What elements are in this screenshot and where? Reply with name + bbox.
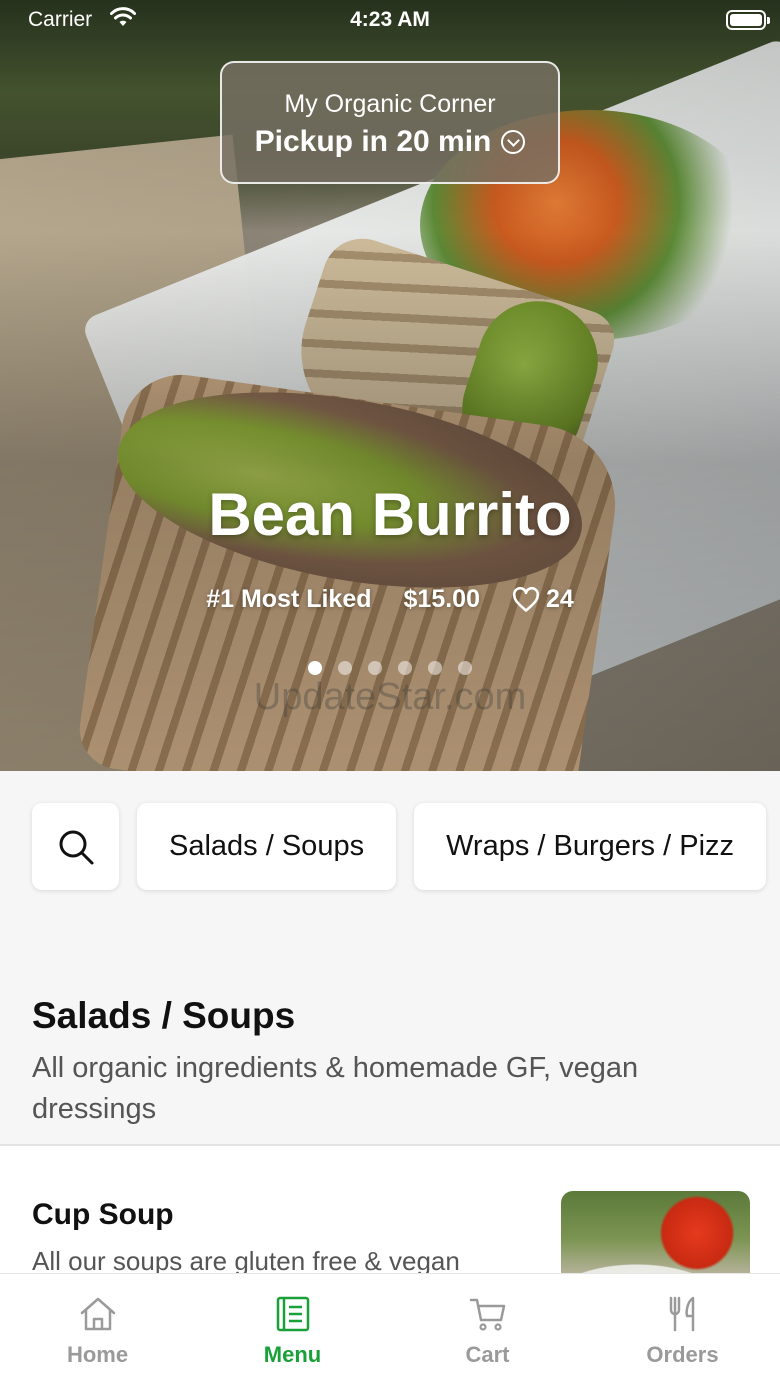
featured-meta: #1 Most Liked $15.00 24 xyxy=(0,585,780,614)
category-chip-wraps-burgers-pizza[interactable]: Wraps / Burgers / Pizz xyxy=(414,803,767,890)
category-bar: Salads / Soups Wraps / Burgers / Pizz xyxy=(32,803,767,890)
menu-item[interactable]: Cup Soup All our soups are gluten free &… xyxy=(0,1146,780,1311)
carousel-dot[interactable] xyxy=(368,661,382,675)
featured-title: Bean Burrito xyxy=(208,481,572,548)
carousel-dot[interactable] xyxy=(308,661,322,675)
menu-item-name: Cup Soup xyxy=(32,1198,174,1231)
orders-icon xyxy=(669,1296,694,1332)
carousel-dot[interactable] xyxy=(458,661,472,675)
clock: 4:23 AM xyxy=(350,8,430,31)
featured-likes-count: 24 xyxy=(545,585,574,613)
search-button[interactable] xyxy=(32,803,119,890)
featured-likes[interactable]: 24 xyxy=(512,585,574,614)
tab-menu[interactable]: Menu xyxy=(195,1274,390,1387)
carousel-dots[interactable] xyxy=(0,661,780,675)
pickup-row: Pickup in 20 min xyxy=(222,125,558,159)
search-icon xyxy=(59,830,93,864)
cart-icon xyxy=(469,1298,505,1331)
category-chip-salads-soups[interactable]: Salads / Soups xyxy=(137,803,397,890)
pickup-time: Pickup in 20 min xyxy=(254,125,492,158)
featured-badge: #1 Most Liked xyxy=(206,585,372,613)
pickup-location-selector[interactable]: My Organic Corner Pickup in 20 min xyxy=(220,61,560,184)
menu-icon xyxy=(276,1296,309,1332)
heart-icon xyxy=(512,586,540,612)
tab-menu-label: Menu xyxy=(263,1342,322,1367)
carousel-dot[interactable] xyxy=(338,661,352,675)
carousel-dot[interactable] xyxy=(398,661,412,675)
section-description: All organic ingredients & homemade GF, v… xyxy=(32,1052,639,1125)
tab-orders-label: Orders xyxy=(646,1342,719,1367)
featured-price: $15.00 xyxy=(403,585,480,613)
tab-home[interactable]: Home xyxy=(0,1274,195,1387)
tab-orders[interactable]: Orders xyxy=(585,1274,780,1387)
tab-cart[interactable]: Cart xyxy=(390,1274,585,1387)
status-bar: Carrier 4:23 AM xyxy=(0,0,780,40)
home-icon xyxy=(80,1297,115,1331)
carousel-dot[interactable] xyxy=(428,661,442,675)
chevron-down-circle-icon xyxy=(501,130,526,154)
store-name: My Organic Corner xyxy=(284,90,496,118)
battery-icon xyxy=(726,10,770,30)
section-title: Salads / Soups xyxy=(32,995,296,1036)
tab-home-label: Home xyxy=(66,1342,129,1367)
tab-bar: Home Menu Cart Orders xyxy=(0,1273,780,1387)
tab-cart-label: Cart xyxy=(465,1342,510,1367)
watermark: UpdateStar.com xyxy=(253,676,527,718)
